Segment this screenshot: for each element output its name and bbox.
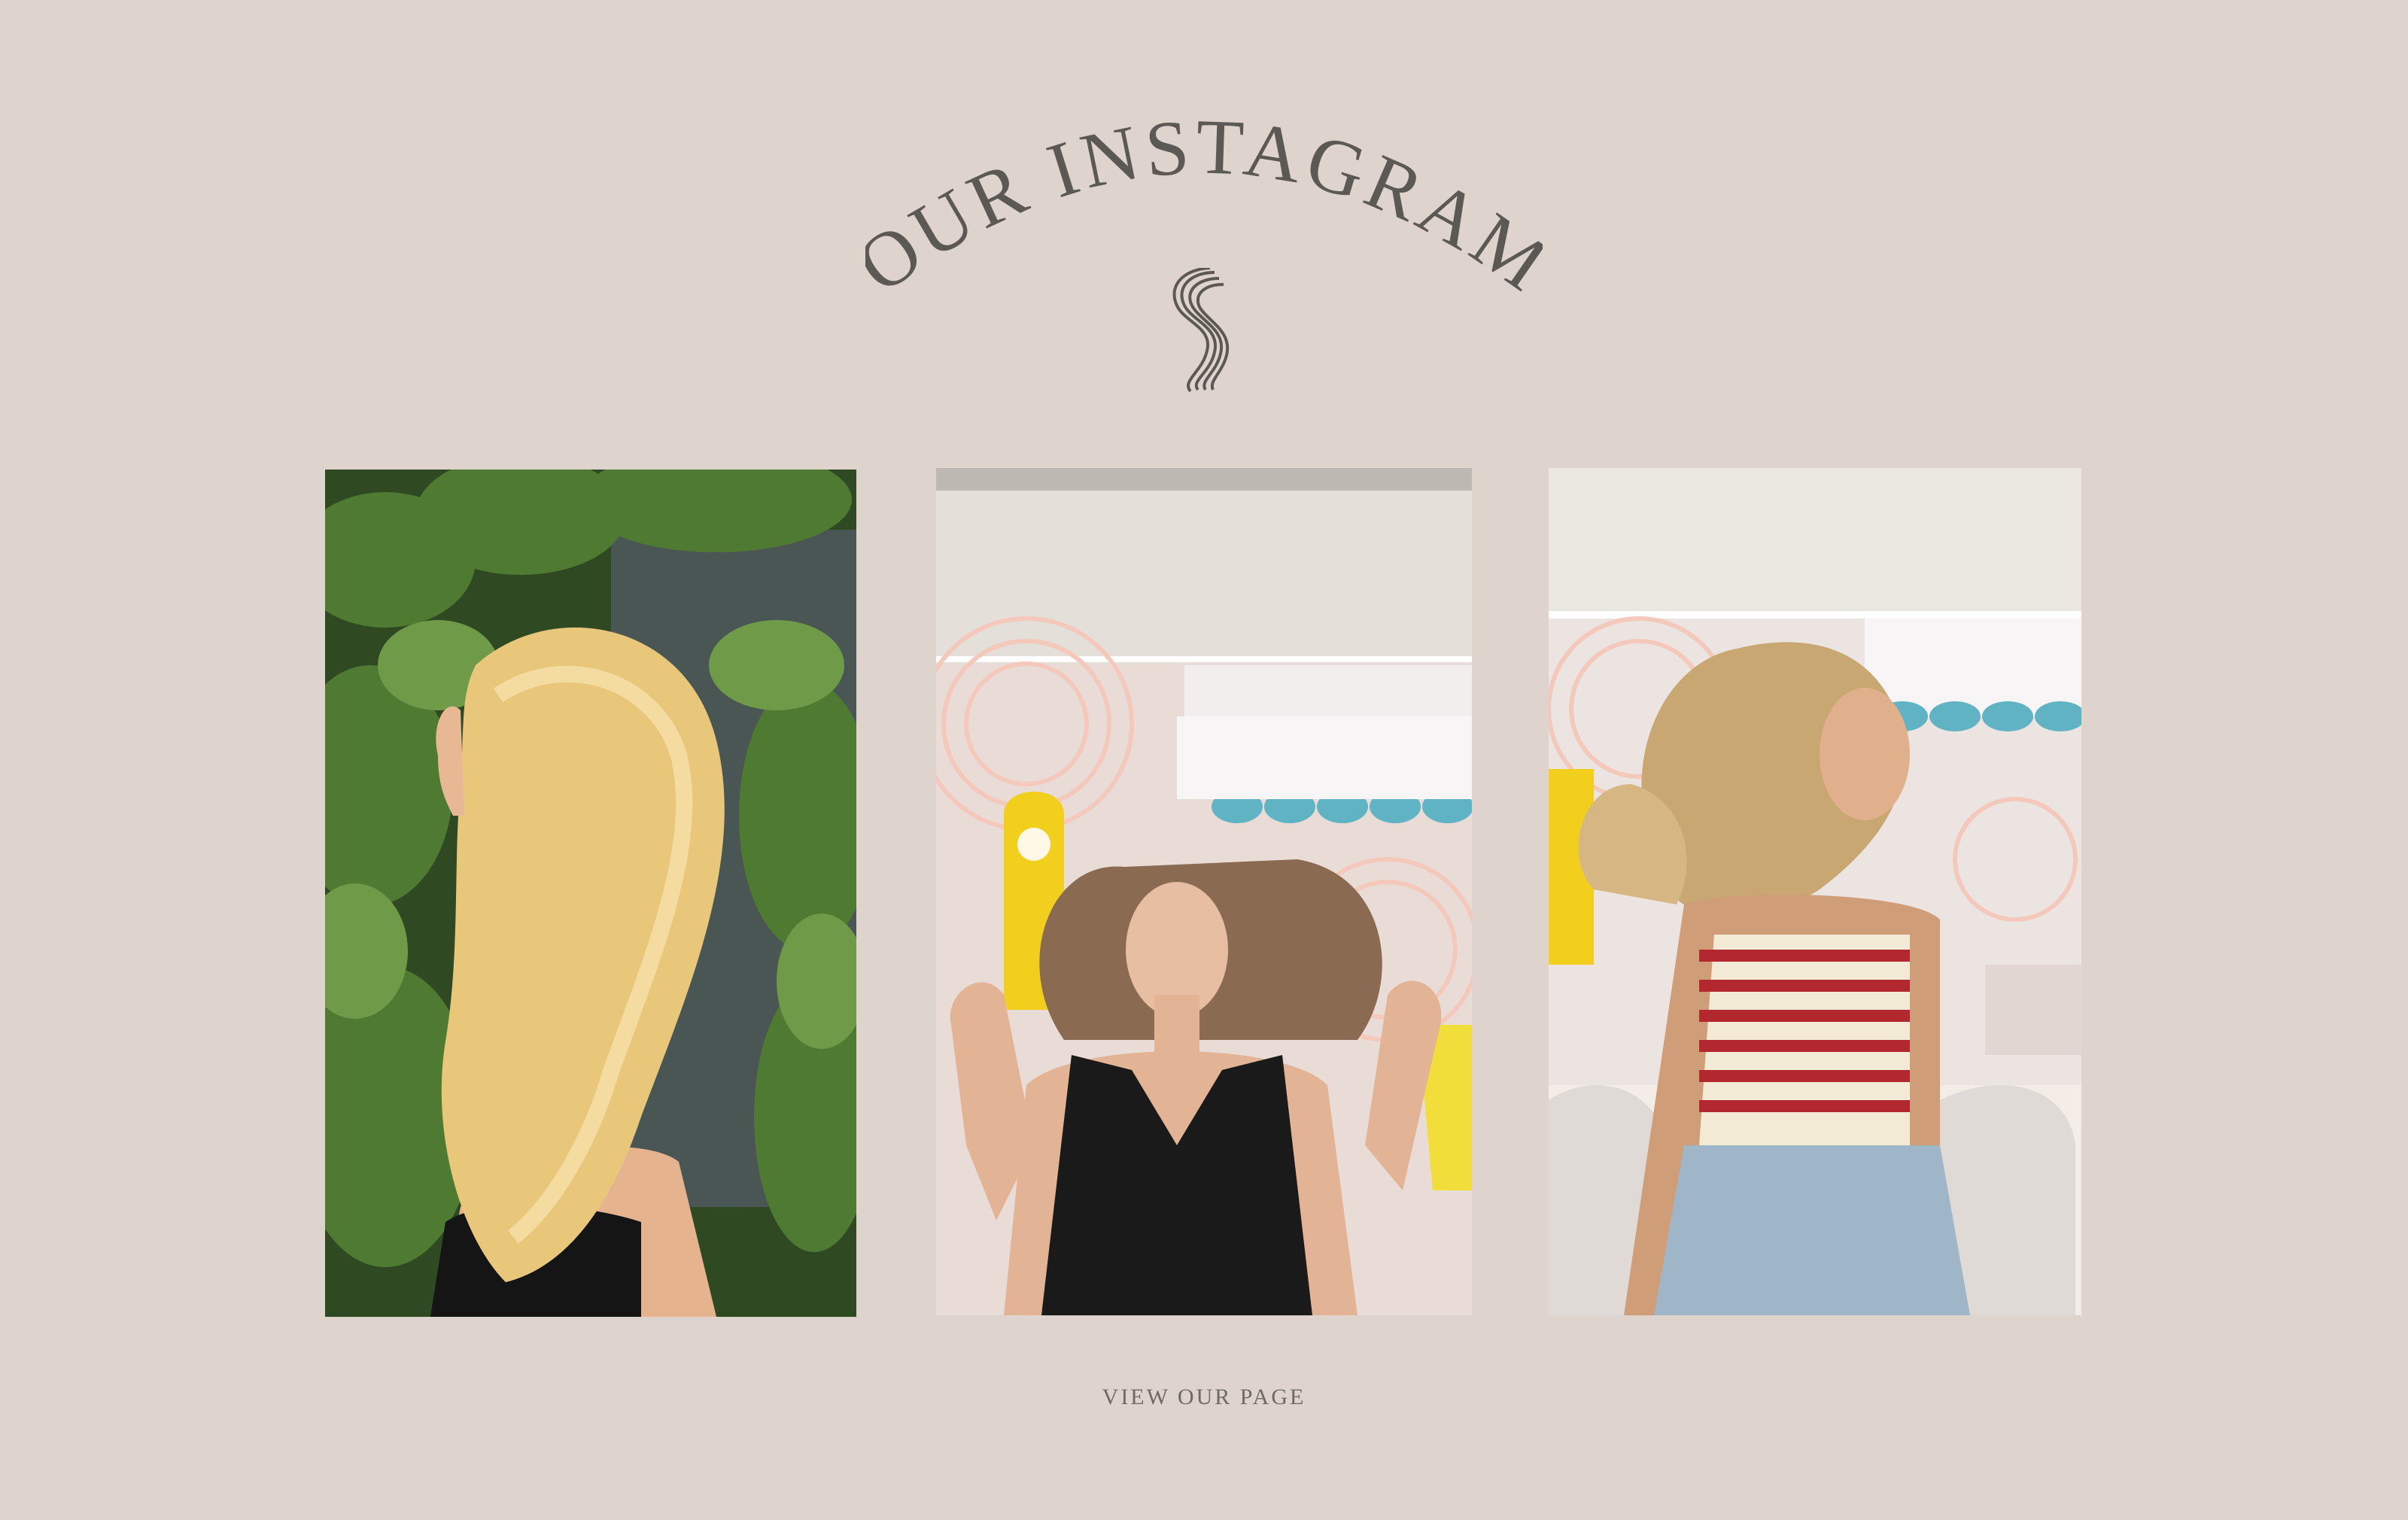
instagram-post-blonde-curls-salon [1549, 468, 2081, 1315]
wavy-s-logo-icon [1172, 268, 1230, 393]
view-our-page-link[interactable]: VIEW OUR PAGE [1016, 1385, 1392, 1410]
instagram-post-hair-flip-salon [936, 468, 1472, 1315]
section-title: OUR INSTAGRAM [865, 103, 1543, 293]
svg-text:OUR INSTAGRAM: OUR INSTAGRAM [865, 103, 1543, 293]
instagram-post-2[interactable] [936, 468, 1472, 1315]
instagram-section: OUR INSTAGRAM [0, 0, 2408, 1520]
instagram-post-blonde-hair-profile [325, 470, 856, 1317]
section-title-text: OUR INSTAGRAM [865, 103, 1543, 293]
instagram-post-3[interactable] [1549, 468, 2081, 1315]
instagram-post-1[interactable] [325, 470, 856, 1317]
